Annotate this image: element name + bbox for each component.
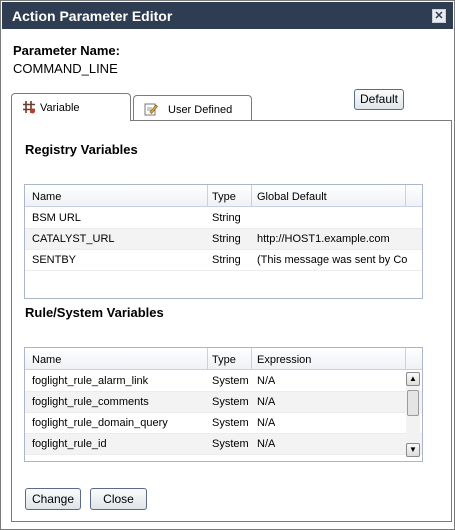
close-button[interactable]: Close	[90, 488, 147, 510]
cell-expression: N/A	[257, 417, 276, 429]
cell-type: String	[212, 212, 241, 224]
cell-name: foglight_rule_domain_query	[32, 417, 168, 429]
table-row[interactable]: CATALYST_URL String http://HOST1.example…	[25, 229, 422, 250]
column-header-name[interactable]: Name	[32, 191, 61, 203]
table-row[interactable]: foglight_rule_comments System N/A	[25, 392, 422, 413]
action-parameter-editor-dialog: Action Parameter Editor ✕ Parameter Name…	[0, 0, 455, 530]
close-icon[interactable]: ✕	[432, 9, 446, 23]
table-row[interactable]: BSM URL String	[25, 208, 422, 229]
cell-type: System	[212, 375, 249, 387]
cell-name: foglight_rule_alarm_link	[32, 375, 149, 387]
pencil-document-icon	[144, 103, 158, 116]
cell-name: CATALYST_URL	[32, 233, 115, 245]
parameter-name-label: Parameter Name:	[13, 43, 120, 58]
registry-variables-table: Name Type Global Default BSM URL String …	[24, 184, 423, 299]
registry-variables-title: Registry Variables	[25, 142, 138, 157]
cell-expression: N/A	[257, 396, 276, 408]
table-row[interactable]: foglight_rule_domain_query System N/A	[25, 413, 422, 434]
cell-default: (This message was sent by Co	[257, 254, 407, 266]
cell-type: System	[212, 438, 249, 450]
cell-name: SENTBY	[32, 254, 77, 266]
table-row[interactable]: foglight_rule_alarm_link System N/A	[25, 371, 422, 392]
tab-user-defined[interactable]: User Defined	[133, 95, 252, 122]
tab-variable-label: Variable	[40, 102, 80, 114]
scroll-thumb[interactable]	[407, 390, 419, 416]
tab-variable[interactable]: Variable	[11, 93, 131, 121]
title-bar[interactable]: Action Parameter Editor ✕	[2, 2, 453, 29]
cell-name: BSM URL	[32, 212, 81, 224]
vertical-scrollbar[interactable]: ▲ ▼	[406, 372, 420, 457]
column-header-name[interactable]: Name	[32, 354, 61, 366]
dialog-title: Action Parameter Editor	[12, 8, 173, 24]
table-row[interactable]: SENTBY String (This message was sent by …	[25, 250, 422, 271]
cell-name: foglight_rule_comments	[32, 396, 149, 408]
table-row[interactable]: foglight_rule_id System N/A	[25, 434, 422, 455]
cell-name: foglight_rule_id	[32, 438, 107, 450]
registry-variable-icon	[23, 101, 35, 114]
cell-type: String	[212, 233, 241, 245]
column-header-type[interactable]: Type	[212, 354, 236, 366]
change-button[interactable]: Change	[25, 488, 81, 510]
tab-user-defined-label: User Defined	[168, 104, 233, 116]
default-button[interactable]: Default	[354, 89, 404, 110]
rule-system-variables-table: Name Type Expression foglight_rule_alarm…	[24, 347, 423, 462]
rule-system-variables-title: Rule/System Variables	[25, 305, 164, 320]
column-header-global-default[interactable]: Global Default	[257, 191, 327, 203]
rule-table-header: Name Type Expression	[25, 348, 422, 370]
cell-type: System	[212, 396, 249, 408]
parameter-name-value: COMMAND_LINE	[13, 61, 118, 76]
cell-type: String	[212, 254, 241, 266]
cell-expression: N/A	[257, 375, 276, 387]
column-header-expression[interactable]: Expression	[257, 354, 311, 366]
cell-type: System	[212, 417, 249, 429]
scroll-up-icon[interactable]: ▲	[406, 372, 420, 386]
cell-expression: N/A	[257, 438, 276, 450]
cell-default: http://HOST1.example.com	[257, 233, 390, 245]
scroll-down-icon[interactable]: ▼	[406, 443, 420, 457]
registry-table-header: Name Type Global Default	[25, 185, 422, 207]
column-header-type[interactable]: Type	[212, 191, 236, 203]
variable-tab-panel: Registry Variables Name Type Global Defa…	[11, 120, 452, 522]
